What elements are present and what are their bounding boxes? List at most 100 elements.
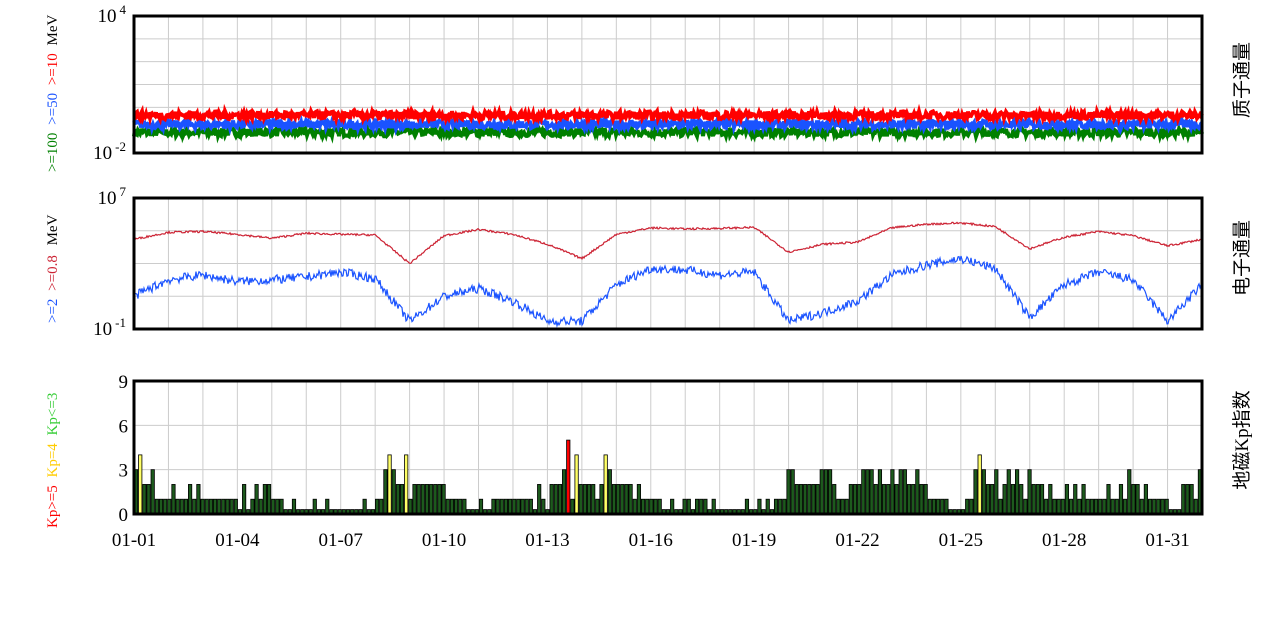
kp-bar bbox=[786, 469, 791, 515]
kp-bar bbox=[890, 469, 895, 515]
kp-bar bbox=[765, 498, 770, 515]
kp-bar bbox=[1002, 484, 1007, 515]
kp-bar bbox=[703, 498, 708, 515]
kp-bar bbox=[1131, 484, 1136, 515]
kp-bar bbox=[412, 484, 417, 515]
kp-bar bbox=[757, 498, 762, 515]
kp-bar bbox=[778, 498, 783, 515]
kp-yticks: 9 6 3 0 bbox=[119, 372, 129, 526]
kp-bar bbox=[886, 484, 891, 515]
kp-bar bbox=[898, 469, 903, 515]
space-weather-chart: 10 4 10 -2 >=100 >=50 >=10 MeV 质子通量 10 7 10… bbox=[45, 2, 1253, 551]
electron-ylabel-08: >=0.8 bbox=[45, 255, 61, 291]
kp-bar bbox=[254, 484, 259, 515]
electron-ylabel: >=2 >=0.8 MeV bbox=[45, 214, 61, 323]
proton-ylabel-unit: MeV bbox=[45, 14, 61, 45]
kp-bar bbox=[798, 484, 804, 515]
kp-bar bbox=[229, 498, 234, 515]
kp-bar bbox=[312, 498, 317, 515]
kp-bar bbox=[557, 484, 563, 515]
kp-bar bbox=[1152, 498, 1157, 515]
kp-bar bbox=[1135, 484, 1140, 515]
kp-bar bbox=[570, 498, 575, 515]
kp-bar bbox=[495, 498, 500, 515]
proton-series bbox=[132, 103, 1204, 144]
kp-bar bbox=[1052, 498, 1057, 515]
kp-bar bbox=[424, 484, 430, 515]
kp-bar bbox=[1118, 484, 1124, 515]
kp-bar bbox=[1147, 498, 1153, 515]
kp-bar bbox=[861, 469, 866, 515]
kp-bar bbox=[998, 498, 1003, 515]
proton-panel-title: 质子通量 bbox=[1231, 42, 1253, 118]
kp-bar bbox=[150, 469, 155, 515]
x-tick-label: 01-22 bbox=[835, 530, 879, 551]
kp-bar bbox=[375, 498, 380, 515]
kp-bar bbox=[391, 469, 396, 515]
electron-ytick-top: 10 7 bbox=[98, 184, 127, 209]
kp-bar bbox=[279, 498, 284, 515]
kp-bar bbox=[204, 498, 209, 515]
kp-bar bbox=[1039, 484, 1045, 515]
kp-bar bbox=[877, 469, 883, 515]
kp-bar bbox=[773, 498, 779, 515]
kp-bar bbox=[562, 469, 567, 515]
proton-ytick-bottom: 10 -2 bbox=[93, 139, 126, 164]
kp-bar bbox=[179, 498, 184, 515]
kp-bar bbox=[923, 484, 928, 515]
kp-bar bbox=[1098, 498, 1103, 515]
kp-bar bbox=[807, 484, 812, 515]
kp-bar bbox=[1139, 498, 1144, 515]
kp-bar bbox=[790, 469, 795, 515]
kp-bar bbox=[1164, 498, 1169, 515]
kp-bar bbox=[1064, 484, 1070, 515]
kp-bar bbox=[154, 498, 159, 515]
kp-bar bbox=[794, 484, 799, 515]
kp-bar bbox=[1060, 498, 1065, 515]
kp-bar bbox=[628, 484, 633, 515]
kp-bar bbox=[528, 498, 533, 515]
kp-index-panel: 9 6 3 0 01-01 01-04 01-07 01-10 01-13 01-16 01-19… bbox=[45, 372, 1253, 551]
kp-bar bbox=[1010, 484, 1015, 515]
electron-series-line bbox=[133, 221, 1203, 265]
kp-bar bbox=[578, 484, 583, 515]
kp-bar bbox=[1006, 469, 1011, 515]
kp-ylabel: Kp>=5 Kp=4 Kp<=3 bbox=[45, 393, 61, 528]
kp-bar bbox=[936, 498, 941, 515]
kp-bar bbox=[782, 498, 787, 515]
kp-bar bbox=[1143, 484, 1148, 515]
kp-bar bbox=[857, 484, 862, 515]
kp-bar bbox=[744, 498, 750, 515]
kp-ytick-label: 9 bbox=[119, 372, 129, 393]
kp-bar bbox=[163, 498, 168, 515]
kp-bar bbox=[686, 498, 691, 515]
electron-series bbox=[133, 221, 1203, 329]
kp-bar bbox=[291, 498, 297, 515]
kp-bar bbox=[649, 498, 654, 515]
kp-bar bbox=[973, 469, 978, 515]
kp-bar bbox=[225, 498, 230, 515]
kp-bar bbox=[1189, 484, 1194, 515]
kp-bar bbox=[549, 484, 554, 515]
kp-bar bbox=[399, 484, 405, 515]
kp-bar bbox=[645, 498, 650, 515]
kp-bar bbox=[275, 498, 280, 515]
kp-bar bbox=[404, 454, 409, 515]
kp-bar bbox=[1102, 498, 1107, 515]
kp-bar bbox=[882, 484, 887, 515]
kp-ylabel-mid: Kp=4 bbox=[45, 443, 61, 478]
kp-bar bbox=[362, 498, 367, 515]
kp-bar bbox=[931, 498, 937, 515]
kp-bar bbox=[616, 484, 621, 515]
kp-bar bbox=[911, 484, 916, 515]
kp-bar bbox=[1077, 498, 1082, 515]
x-tick-label: 01-31 bbox=[1145, 530, 1189, 551]
kp-bar bbox=[208, 498, 213, 515]
kp-bar bbox=[574, 454, 579, 515]
kp-bar bbox=[516, 498, 521, 515]
kp-bar bbox=[586, 484, 592, 515]
kp-bar bbox=[1031, 484, 1036, 515]
x-tick-label: 01-04 bbox=[215, 530, 260, 551]
kp-bar bbox=[1015, 469, 1020, 515]
kp-bar bbox=[1193, 498, 1198, 515]
